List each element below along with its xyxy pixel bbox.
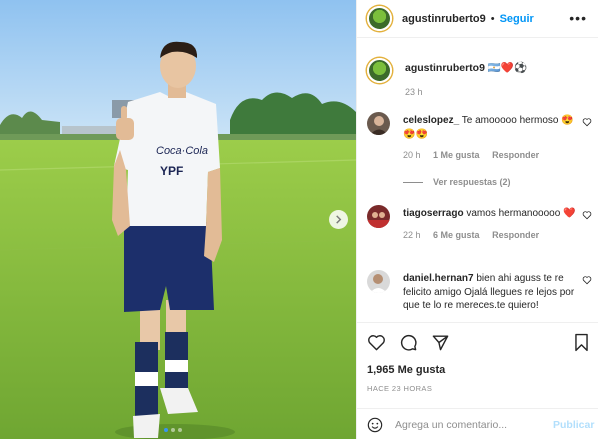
action-bar [367, 333, 588, 352]
comment-meta: 20 h 1 Me gusta Responder [403, 149, 578, 163]
caption-meta: 23 h [405, 85, 595, 99]
view-replies-button[interactable]: Ver respuestas (2) [403, 177, 511, 187]
carousel-indicator [164, 428, 182, 432]
caption-text: 🇦🇷❤️⚽ [487, 62, 528, 74]
publish-button[interactable]: Publicar [553, 419, 594, 431]
heart-icon[interactable] [582, 117, 592, 127]
comment-input[interactable]: Agrega un comentario... [395, 419, 545, 431]
comment-likes[interactable]: 6 Me gusta [433, 230, 480, 240]
commenter-avatar[interactable] [367, 205, 390, 228]
chevron-right-icon [336, 215, 342, 224]
photo-scene: Coca·Cola YPF [0, 0, 356, 439]
comment-meta: 22 h 6 Me gusta Responder [403, 229, 578, 243]
caption-avatar[interactable] [367, 58, 392, 83]
commenter-avatar[interactable] [367, 112, 390, 135]
post-timestamp[interactable]: HACE 23 HORAS [367, 384, 432, 393]
commenter-username[interactable]: celeslopez_ [403, 115, 459, 126]
view-replies-label: Ver respuestas (2) [433, 177, 511, 187]
carousel-dot [171, 428, 175, 432]
author-username[interactable]: agustinruberto9 [402, 13, 486, 25]
carousel-dot [164, 428, 168, 432]
bookmark-icon[interactable] [573, 333, 590, 352]
svg-text:YPF: YPF [160, 164, 183, 178]
share-icon[interactable] [431, 333, 450, 352]
next-photo-button[interactable] [329, 210, 348, 229]
comment-age[interactable]: 22 h [403, 230, 421, 240]
author-avatar[interactable] [367, 6, 392, 31]
caption-age[interactable]: 23 h [405, 87, 423, 97]
like-icon[interactable] [367, 333, 386, 352]
svg-text:Coca·Cola: Coca·Cola [156, 145, 208, 157]
comments-list[interactable]: agustinruberto9 🇦🇷❤️⚽ 23 h celeslopez_ T… [357, 48, 598, 320]
add-comment-bar: Agrega un comentario... Publicar [357, 408, 598, 439]
reply-button[interactable]: Responder [492, 150, 539, 160]
more-options-icon[interactable]: ••• [569, 11, 587, 25]
caption-username[interactable]: agustinruberto9 [405, 62, 485, 74]
commenter-username[interactable]: daniel.hernan7 [403, 273, 474, 284]
replies-divider [403, 181, 423, 183]
comment-text: vamos hermanooooo ❤️ [466, 208, 576, 219]
carousel-dot [178, 428, 182, 432]
commenter-username[interactable]: tiagoserrago [403, 208, 464, 219]
follow-button[interactable]: Seguir [500, 13, 534, 25]
reply-button[interactable]: Responder [492, 230, 539, 240]
likes-count[interactable]: 1,965 Me gusta [367, 364, 445, 376]
comment-likes[interactable]: 1 Me gusta [433, 150, 480, 160]
comment-age[interactable]: 20 h [403, 150, 421, 160]
post-side-panel: agustinruberto9 • Seguir ••• agustinrube… [356, 0, 598, 439]
comment-icon[interactable] [399, 333, 418, 352]
post-actions: 1,965 Me gusta HACE 23 HORAS Agrega un c… [357, 322, 598, 439]
emoji-icon[interactable] [367, 417, 383, 433]
commenter-avatar[interactable] [367, 270, 390, 293]
heart-icon[interactable] [582, 210, 592, 220]
header-separator: • [490, 12, 495, 25]
heart-icon[interactable] [582, 275, 592, 285]
instagram-post: Coca·Cola YPF agustinruberto9 • Seguir •… [0, 0, 598, 439]
post-photo[interactable]: Coca·Cola YPF [0, 0, 356, 439]
post-header: agustinruberto9 • Seguir ••• [357, 0, 598, 38]
